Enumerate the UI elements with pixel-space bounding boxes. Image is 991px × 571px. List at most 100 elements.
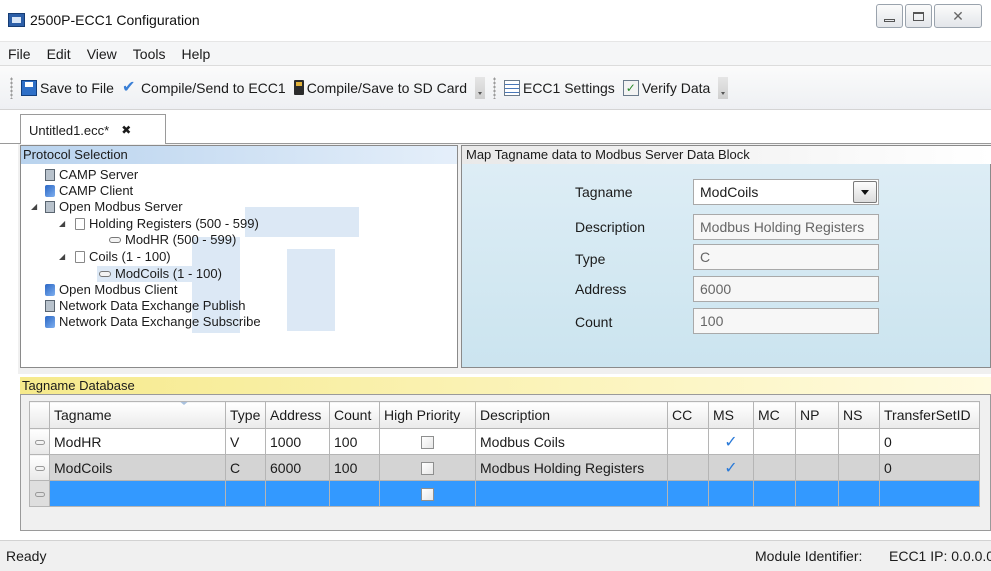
menu-file[interactable]: File xyxy=(0,42,39,66)
column-header-description[interactable]: Description xyxy=(475,401,668,429)
column-header-ns[interactable]: NS xyxy=(838,401,880,429)
toolbar-overflow-button[interactable] xyxy=(474,76,485,99)
menu-tools[interactable]: Tools xyxy=(125,42,174,66)
compile-save-sd-button[interactable]: Compile/Save to SD Card xyxy=(290,75,471,101)
cell-tagname[interactable]: ModHR xyxy=(49,428,226,455)
close-button[interactable]: ✕ xyxy=(934,4,982,28)
high-priority-checkbox[interactable] xyxy=(421,436,434,450)
compile-send-button[interactable]: ✔ Compile/Send to ECC1 xyxy=(118,75,290,101)
tree-item-coils[interactable]: ◢ Coils (1 - 100) xyxy=(59,249,171,265)
cell-cc[interactable] xyxy=(667,480,709,507)
cell-count[interactable] xyxy=(329,480,380,507)
column-header-tagname[interactable]: Tagname xyxy=(49,401,226,429)
cell-address[interactable]: 1000 xyxy=(265,428,330,455)
row-header[interactable] xyxy=(29,428,50,455)
toolbar-overflow-button-2[interactable] xyxy=(718,76,729,99)
description-field[interactable]: Modbus Holding Registers xyxy=(693,214,879,240)
column-header-ms[interactable]: MS xyxy=(708,401,754,429)
tagname-select[interactable]: ModCoils xyxy=(693,179,879,205)
menu-view[interactable]: View xyxy=(79,42,125,66)
menu-edit[interactable]: Edit xyxy=(39,42,79,66)
cell-ns[interactable] xyxy=(838,454,880,481)
cell-description[interactable] xyxy=(475,480,668,507)
tree-item-modcoils[interactable]: ModCoils (1 - 100) xyxy=(97,266,224,282)
server-icon xyxy=(45,300,55,312)
save-to-file-button[interactable]: Save to File xyxy=(17,75,118,101)
new-row[interactable] xyxy=(29,480,980,507)
expand-arrow-icon[interactable]: ◢ xyxy=(59,216,75,232)
tree-item-modhr[interactable]: ModHR (500 - 599) xyxy=(109,232,236,248)
toolbar-grip[interactable] xyxy=(10,76,13,99)
cell-transfer-set-id[interactable] xyxy=(879,480,980,507)
document-tab[interactable]: Untitled1.ecc* ✖ xyxy=(20,114,166,145)
cell-type[interactable]: C xyxy=(225,454,266,481)
cell-transfer-set-id[interactable]: 0 xyxy=(879,428,980,455)
status-text: Ready xyxy=(6,548,47,564)
high-priority-checkbox[interactable] xyxy=(421,488,434,502)
column-header-count[interactable]: Count xyxy=(329,401,380,429)
chevron-down-icon[interactable] xyxy=(853,181,877,203)
column-header-type[interactable]: Type xyxy=(225,401,266,429)
table-row[interactable]: ModHR V 1000 100 Modbus Coils ✓ 0 xyxy=(29,428,980,455)
toolbar-grip-2[interactable] xyxy=(492,76,496,99)
tree-item-nde-publish[interactable]: Network Data Exchange Publish xyxy=(35,298,245,314)
cell-np[interactable] xyxy=(795,428,839,455)
expand-arrow-icon[interactable]: ◢ xyxy=(31,199,45,215)
tree-item-label: Open Modbus Server xyxy=(59,199,183,214)
column-header-address[interactable]: Address xyxy=(265,401,330,429)
menu-help[interactable]: Help xyxy=(173,42,218,66)
column-header-mc[interactable]: MC xyxy=(753,401,796,429)
high-priority-checkbox[interactable] xyxy=(421,462,434,476)
cell-np[interactable] xyxy=(795,454,839,481)
tree-item-open-modbus-server[interactable]: ◢ Open Modbus Server xyxy=(31,199,183,215)
tree-item-camp-client[interactable]: CAMP Client xyxy=(35,183,133,199)
cell-high-priority[interactable] xyxy=(379,428,476,455)
cell-high-priority[interactable] xyxy=(379,480,476,507)
column-header-high-priority[interactable]: High Priority xyxy=(379,401,476,429)
row-header[interactable] xyxy=(29,480,50,507)
cell-mc[interactable] xyxy=(753,480,796,507)
address-field[interactable]: 6000 xyxy=(693,276,879,302)
tree-item-nde-subscribe[interactable]: Network Data Exchange Subscribe xyxy=(35,314,261,330)
cell-address[interactable]: 6000 xyxy=(265,454,330,481)
ecc1-settings-button[interactable]: ECC1 Settings xyxy=(500,75,619,101)
cell-np[interactable] xyxy=(795,480,839,507)
cell-ns[interactable] xyxy=(838,480,880,507)
cell-ms[interactable] xyxy=(708,480,754,507)
cell-tagname[interactable] xyxy=(49,480,226,507)
count-field[interactable]: 100 xyxy=(693,308,879,334)
cell-transfer-set-id[interactable]: 0 xyxy=(879,454,980,481)
row-header[interactable] xyxy=(29,454,50,481)
description-label: Description xyxy=(575,219,646,235)
verify-data-button[interactable]: ✓ Verify Data xyxy=(619,75,714,101)
cell-high-priority[interactable] xyxy=(379,454,476,481)
close-tab-icon[interactable]: ✖ xyxy=(121,123,131,137)
cell-count[interactable]: 100 xyxy=(329,428,380,455)
cell-description[interactable]: Modbus Holding Registers xyxy=(475,454,668,481)
cell-ns[interactable] xyxy=(838,428,880,455)
column-header-np[interactable]: NP xyxy=(795,401,839,429)
column-header-cc[interactable]: CC xyxy=(667,401,709,429)
cell-description[interactable]: Modbus Coils xyxy=(475,428,668,455)
cell-tagname[interactable]: ModCoils xyxy=(49,454,226,481)
minimize-button[interactable] xyxy=(876,4,903,28)
cell-mc[interactable] xyxy=(753,454,796,481)
cell-count[interactable]: 100 xyxy=(329,454,380,481)
expand-arrow-icon[interactable]: ◢ xyxy=(59,249,75,265)
server-icon xyxy=(45,169,55,181)
type-field[interactable]: C xyxy=(693,244,879,270)
cell-cc[interactable] xyxy=(667,454,709,481)
cell-cc[interactable] xyxy=(667,428,709,455)
column-header-transfer-set-id[interactable]: TransferSetID xyxy=(879,401,980,429)
cell-ms[interactable]: ✓ xyxy=(708,454,754,481)
cell-mc[interactable] xyxy=(753,428,796,455)
cell-ms[interactable]: ✓ xyxy=(708,428,754,455)
table-row[interactable]: ModCoils C 6000 100 Modbus Holding Regis… xyxy=(29,454,980,481)
cell-address[interactable] xyxy=(265,480,330,507)
maximize-button[interactable] xyxy=(905,4,932,28)
cell-type[interactable] xyxy=(225,480,266,507)
cell-type[interactable]: V xyxy=(225,428,266,455)
tree-item-open-modbus-client[interactable]: Open Modbus Client xyxy=(35,282,178,298)
tree-item-camp-server[interactable]: CAMP Server xyxy=(35,167,138,183)
tree-item-holding-registers[interactable]: ◢ Holding Registers (500 - 599) xyxy=(59,216,259,232)
